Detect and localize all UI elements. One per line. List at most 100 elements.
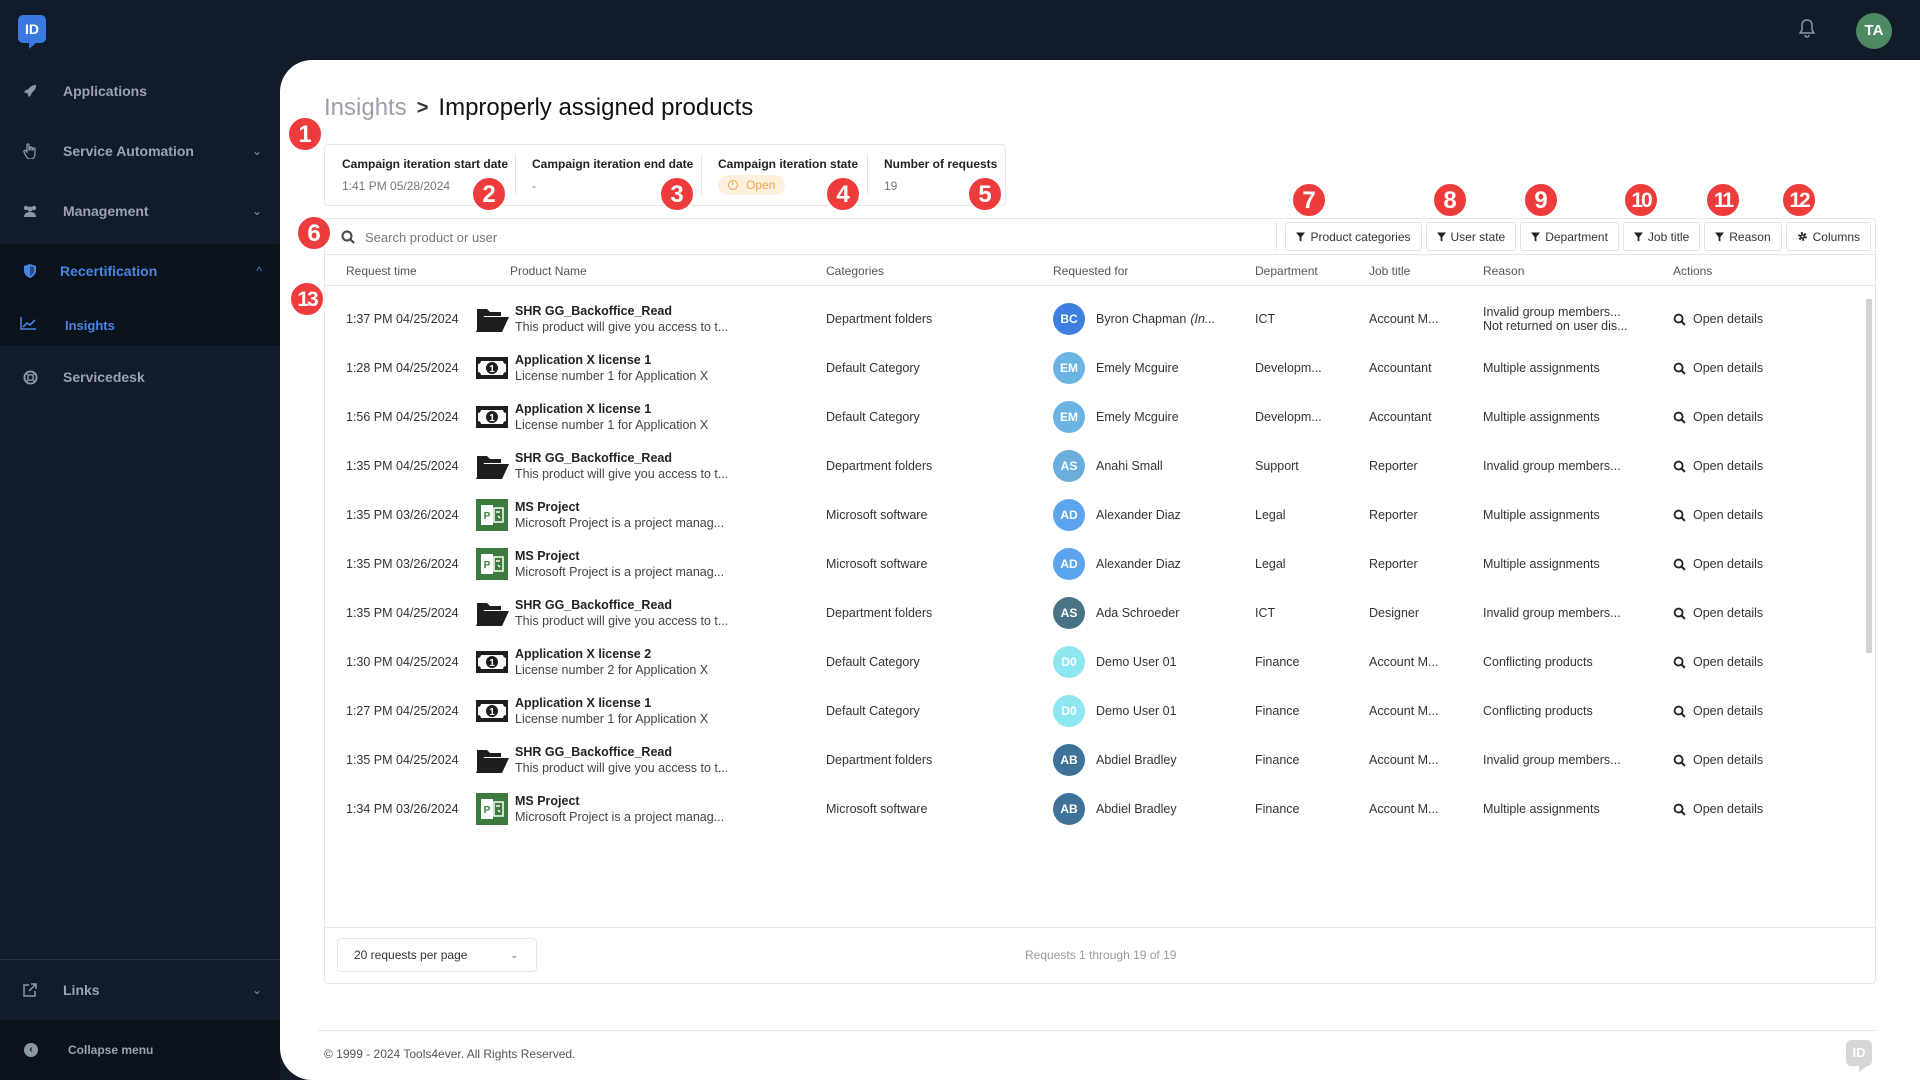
search-icon [1673,558,1686,571]
filter-job-title-button[interactable]: Job title [1622,222,1701,251]
product-name: SHR GG_Backoffice_Read [515,451,673,465]
filter-bar: Product categories User state Department… [1276,222,1871,251]
search-icon [1673,313,1686,326]
open-details-label: Open details [1693,655,1764,669]
svg-text:P: P [484,511,491,522]
user-name: Demo User 01 [1096,655,1177,669]
product-cell: MS Project Microsoft Project is a projec… [515,779,724,839]
folder-open-icon [475,450,509,482]
svg-text:1: 1 [489,413,495,424]
annotation-badge: 2 [472,177,506,211]
status-badge: Open [718,175,786,195]
reason-text: Invalid group members... [1483,753,1621,767]
open-details-button[interactable]: Open details [1673,779,1763,839]
search-icon [1673,509,1686,522]
product-name: MS Project [515,794,580,808]
footer-logo: ID [1846,1040,1872,1072]
filter-reason-button[interactable]: Reason [1704,222,1782,251]
column-header-requested-for[interactable]: Requested for [1053,264,1128,278]
product-description: Microsoft Project is a project manag... [515,516,725,530]
department: Finance [1255,802,1300,816]
column-header-reason[interactable]: Reason [1483,264,1524,278]
user-name: Demo User 01 [1096,704,1177,718]
column-header-actions: Actions [1673,264,1713,278]
table-footer: 20 requests per page ⌄ Requests 1 throug… [325,927,1875,985]
table-scrollbar[interactable] [1865,291,1873,927]
product-description: License number 1 for Application X [515,418,709,432]
collapse-menu-button[interactable]: ‹ Collapse menu [0,1020,280,1080]
request-time: 1:34 PM 03/26/2024 [346,802,459,816]
reason-text: Multiple assignments [1483,557,1600,571]
search-input[interactable] [365,225,965,249]
sidebar-item-links[interactable]: Links ⌄ [0,960,280,1020]
chevron-down-icon: ⌄ [251,983,262,997]
user-name: Ada Schroeder [1096,606,1180,620]
stat-title: Campaign iteration state [718,157,859,171]
filter-icon [1531,232,1541,241]
sidebar-item-management[interactable]: Management ⌄ [0,181,280,241]
avatar: AD [1053,548,1085,580]
column-header-product-name[interactable]: Product Name [510,264,587,278]
filter-department-button[interactable]: Department [1520,222,1619,251]
avatar: EM [1053,352,1085,384]
rocket-icon [20,81,40,101]
scrollbar-thumb[interactable] [1866,299,1872,653]
license-icon: 1 [475,646,509,678]
hand-pointer-icon [20,141,40,161]
filter-icon [1715,232,1725,241]
user-name: Emely Mcguire [1096,361,1179,375]
annotation-badge: 7 [1292,183,1326,217]
user-name: Abdiel Bradley [1096,753,1177,767]
sidebar: ID Applications Service Automation ⌄ Man… [0,0,280,1080]
columns-button[interactable]: Columns [1785,222,1871,251]
button-label: Columns [1812,229,1860,244]
reason-text: Multiple assignments [1483,802,1600,816]
sidebar-item-recertification[interactable]: Recertification ^ [0,241,280,301]
reason-text: Invalid group members... [1483,606,1621,620]
filter-product-categories-button[interactable]: Product categories [1285,222,1422,251]
product-description: Microsoft Project is a project manag... [515,810,725,824]
folder-open-icon [475,597,509,629]
open-details-label: Open details [1693,361,1764,375]
ms-project-icon: P [475,548,509,580]
app-logo[interactable]: ID [18,15,46,49]
table-body: 1:37 PM 04/25/2024 SHR GG_Backoffice_Rea… [325,287,1875,927]
breadcrumb-parent[interactable]: Insights [324,94,407,122]
reason-text: Invalid group members... [1483,305,1621,319]
ms-project-icon: P [475,793,509,825]
chevron-down-icon: ⌄ [251,144,262,158]
sidebar-item-label: Insights [65,317,115,333]
reason-text: Multiple assignments [1483,361,1600,375]
annotation-badge: 8 [1433,183,1467,217]
product-name: SHR GG_Backoffice_Read [515,745,673,759]
pagination-info: Requests 1 through 19 of 19 [1025,948,1177,962]
column-header-categories[interactable]: Categories [826,264,884,278]
user-name-suffix: (In... [1190,312,1216,326]
product-name: Application X license 1 [515,402,652,416]
search-icon [1673,803,1686,816]
avatar: AS [1053,597,1085,629]
column-header-request-time[interactable]: Request time [346,264,417,278]
filter-icon [1436,232,1446,241]
sidebar-subitem-insights[interactable]: Insights [0,305,280,345]
chevron-left-circle-icon: ‹ [24,1043,38,1057]
license-icon: 1 [475,401,509,433]
table-row[interactable]: 1:34 PM 03/26/2024 P MS Project Microsof… [325,779,1875,839]
user-avatar[interactable]: TA [1856,13,1892,49]
product-name: MS Project [515,500,580,514]
product-description: License number 1 for Application X [515,712,709,726]
external-link-icon [20,980,40,1000]
sidebar-item-service-automation[interactable]: Service Automation ⌄ [0,121,280,181]
sidebar-item-label: Servicedesk [63,369,145,385]
sidebar-item-applications[interactable]: Applications [0,61,280,121]
per-page-select[interactable]: 20 requests per page ⌄ [337,938,537,972]
column-header-job-title[interactable]: Job title [1369,264,1410,278]
sidebar-item-servicedesk[interactable]: Servicedesk [0,347,280,407]
filter-user-state-button[interactable]: User state [1425,222,1517,251]
column-header-department[interactable]: Department [1255,264,1318,278]
job-title: Account M... [1369,802,1439,816]
notifications-bell-icon[interactable] [1798,18,1818,40]
annotation-badge: 4 [826,177,860,211]
product-description: This product will give you access to t..… [515,467,729,481]
stat-title: Number of requests [884,157,998,171]
